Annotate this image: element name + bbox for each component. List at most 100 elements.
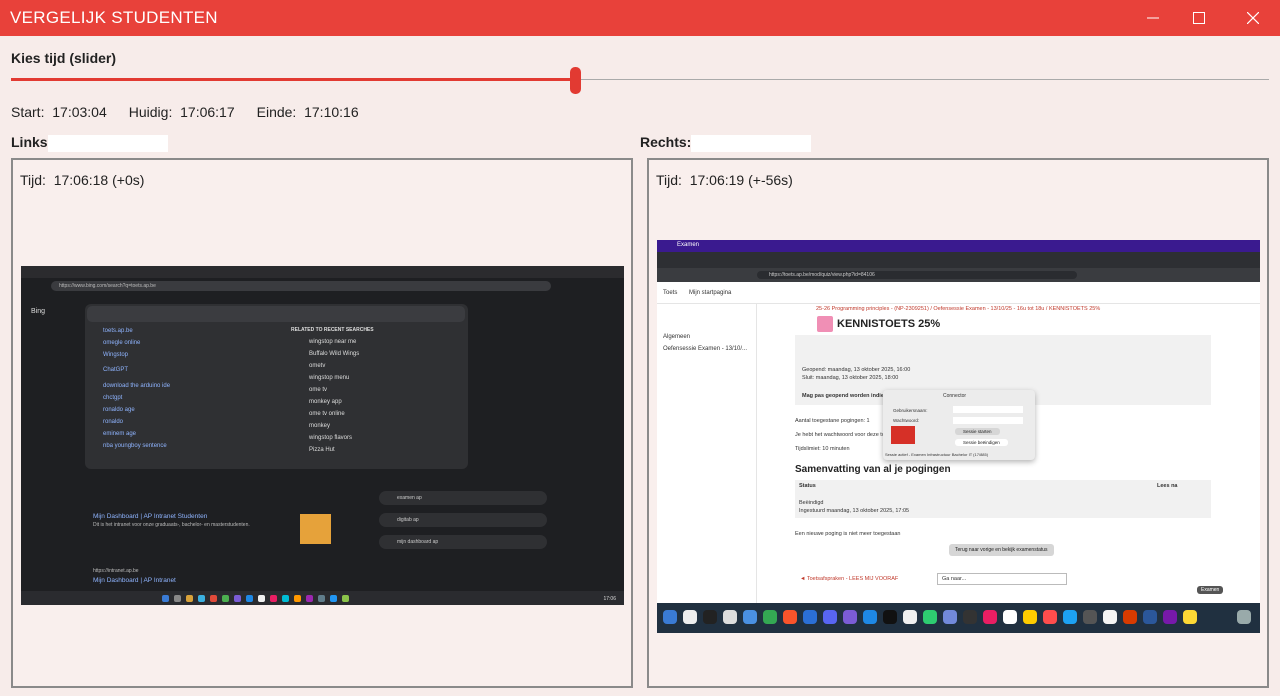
review-column: Lees na [1157,483,1178,489]
suggestion: Wingstop [103,352,129,358]
taskbar-icon [330,595,337,602]
start-session-button[interactable]: Sessie starten [955,428,1000,435]
close-button[interactable] [1230,0,1276,36]
right-label: Rechts: [640,134,692,150]
dock-icon [1123,610,1137,624]
mac-dock [657,603,1260,633]
result-title: Mijn Dashboard | AP Intranet Studenten [93,513,208,520]
course-sidebar: Algemeen Oefensessie Examen - 13/10/... [657,304,757,617]
password-label: Wachtwoord: [893,418,920,423]
breadcrumb: 25-26 Programming principles - (NP-23092… [816,306,1101,312]
left-time: Tijd: 17:06:18 (+0s) [20,172,144,188]
start-icon [162,595,169,602]
address-url: https://toets.ap.be/mod/quiz/view.php?id… [757,271,1077,279]
suggestion: toets.ap.be [103,328,133,334]
search-pill: examen ap [379,491,547,505]
dock-icon [683,610,697,624]
dock-icon [1043,610,1057,624]
result-text: Dit is het intranet voor onze graduaats-… [93,522,250,528]
dock-icon [963,610,977,624]
end-session-button[interactable]: Sessie beëindigen [955,439,1008,446]
session-status: Sessie actief - Examen Infrastructuur Ba… [885,452,989,457]
taskbar-icon [246,595,253,602]
suggestion: eminem age [103,431,137,437]
taskbar-icon [294,595,301,602]
taskbar-icon [258,595,265,602]
dock-icon [863,610,877,624]
back-button[interactable]: Terug naar vorige en bekijk examenstatus [949,544,1054,556]
right-time-label: Tijd: [656,172,682,188]
time-limit: Tijdslimiet: 10 minuten [795,446,850,452]
related-heading: RELATED TO RECENT SEARCHES [291,327,374,333]
dock-icon [743,610,757,624]
sidebar-item: Oefensessie Examen - 13/10/... [663,346,748,352]
goto-select[interactable]: Ga naar... [937,573,1067,585]
right-panel: Tijd: 17:06:19 (+-56s) Examen https://to… [647,158,1269,688]
taskbar-icon [342,595,349,602]
dock-icon [723,610,737,624]
mac-menubar: Examen [657,240,1260,252]
finder-icon [663,610,677,624]
start-value: 17:03:04 [52,104,107,120]
address-bar: https://www.bing.com/search?q=toets.ap.b… [51,281,551,291]
dock-icon [883,610,897,624]
result-thumbnail [300,514,331,544]
right-time-value: 17:06:19 (+-56s) [689,172,793,188]
dock-icon [923,610,937,624]
suggestion: ChatGPT [103,367,129,373]
minimize-button[interactable] [1130,0,1176,36]
right-student-name [691,135,811,152]
related-item: wingstop flavors [309,435,353,441]
taskbar-clock: 17:06 [603,596,616,602]
nav-item: Mijn startpagina [689,290,732,296]
minimize-icon [1147,17,1159,19]
taskbar-icon [174,595,181,602]
related-item: Buffalo Wild Wings [309,351,360,357]
status-column: Status [799,483,816,489]
slider-fill [11,78,575,81]
dock-icon [1003,610,1017,624]
suggestion: omegle online [103,340,141,346]
dock-icon [943,610,957,624]
search-pill: digitab ap [379,513,547,527]
maximize-button[interactable] [1176,0,1222,36]
related-item: monkey app [309,399,342,405]
attempts-allowed: Aantal toegestane pogingen: 1 [795,418,870,424]
status-value: Beëindigd [799,500,824,506]
taskbar-icon [222,595,229,602]
taskbar-icon [198,595,205,602]
close-icon [1247,12,1259,24]
left-panel: Tijd: 17:06:18 (+0s) https://www.bing.co… [11,158,633,688]
address-bar: https://toets.ap.be/mod/quiz/view.php?id… [657,268,1260,282]
time-slider[interactable] [11,67,1269,94]
right-time: Tijd: 17:06:19 (+-56s) [656,172,793,188]
connector-dialog: Connector Gebruikersnaam: Wachtwoord: Se… [883,390,1035,460]
dock-icon [1063,610,1077,624]
moodle-nav: Toets Mijn startpagina [657,282,1260,304]
dock-icon [823,610,837,624]
start-label: Start: [11,104,45,120]
bing-logo: Bing [31,308,46,315]
suggestion: chctgpt [103,395,123,401]
search-pill: mijn dashboard ap [379,535,547,549]
footer-link[interactable]: ◄ Toetsafspraken - LEES MIJ VOORAF [800,576,898,582]
maximize-icon [1193,12,1205,24]
close-date: Sluit: maandag, 13 oktober 2025, 18:00 [802,375,899,381]
dialog-title: Connector [943,393,967,399]
opened-date: Geopend: maandag, 13 oktober 2025, 16:00 [802,367,911,373]
result-title: Mijn Dashboard | AP Intranet [93,577,176,584]
windows-taskbar: 17:06 [21,591,624,605]
trash-icon [1237,610,1251,624]
slider-label: Kies tijd (slider) [11,50,117,66]
left-label: Links: [11,134,53,150]
left-time-value: 17:06:18 (+0s) [53,172,145,188]
slider-thumb[interactable] [570,67,581,94]
password-field[interactable] [953,417,1023,424]
dock-icon [983,610,997,624]
taskbar-icon [306,595,313,602]
dock-icon [1103,610,1117,624]
taskbar-icon [270,595,277,602]
username-field[interactable] [953,406,1023,413]
taskbar-icon [282,595,289,602]
related-item: ome tv [309,387,328,393]
